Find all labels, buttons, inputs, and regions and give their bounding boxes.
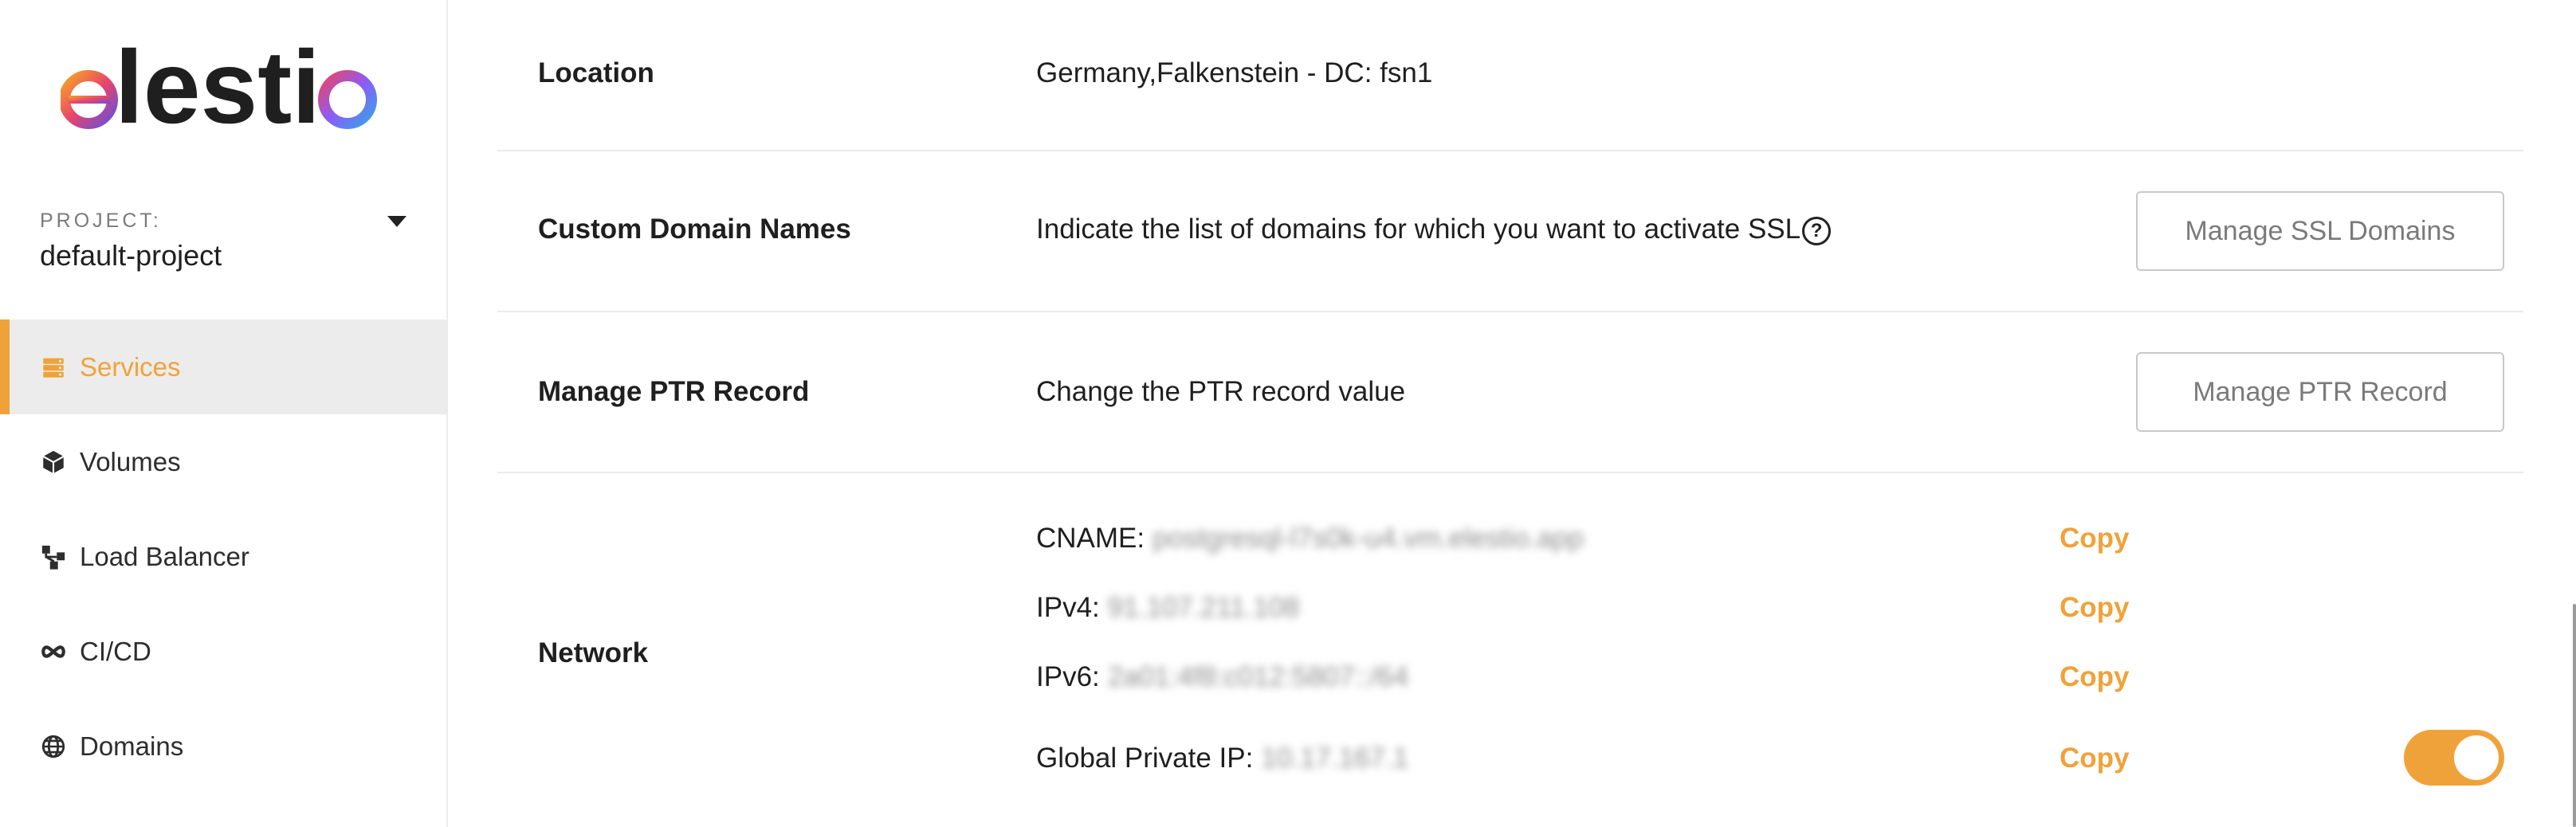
- custom-domains-text: Indicate the list of domains for which y…: [1036, 214, 1801, 245]
- global-private-ip-value: 10.17.167.1: [1261, 743, 1409, 774]
- globe-icon: [40, 733, 67, 760]
- sidebar-item-domains[interactable]: Domains: [0, 699, 446, 794]
- box-icon: [40, 449, 67, 476]
- elestio-logo[interactable]: lesti: [61, 32, 387, 135]
- sidebar-item-volumes[interactable]: Volumes: [0, 414, 446, 509]
- cname-key: CNAME:: [1036, 523, 1145, 554]
- manage-ssl-domains-button[interactable]: Manage SSL Domains: [2136, 191, 2504, 271]
- chevron-down-icon[interactable]: [387, 216, 406, 227]
- sidebar-item-label: Domains: [80, 731, 184, 761]
- sidebar-item-cicd[interactable]: CI/CD: [0, 604, 446, 699]
- toggle-knob: [2454, 735, 2499, 780]
- sidebar-item-services[interactable]: Services: [0, 319, 446, 414]
- copy-ipv6-button[interactable]: Copy: [2060, 661, 2130, 693]
- ptr-description: Change the PTR record value: [1036, 376, 1406, 407]
- svg-text:lesti: lesti: [115, 32, 320, 135]
- ptr-label: Manage PTR Record: [538, 376, 810, 407]
- network-icon: [40, 543, 67, 570]
- global-private-ip-line: Global Private IP: 10.17.167.1: [1036, 743, 1408, 774]
- ipv4-value: 91.107.211.108: [1107, 592, 1300, 623]
- sidebar-item-label: CI/CD: [80, 636, 151, 666]
- custom-domains-label: Custom Domain Names: [538, 214, 851, 245]
- location-label: Location: [538, 57, 654, 88]
- infinity-icon: [40, 638, 67, 665]
- project-label: PROJECT:: [40, 210, 162, 232]
- server-icon: [40, 354, 67, 381]
- scrollbar[interactable]: [2573, 604, 2576, 827]
- project-name[interactable]: default-project: [40, 239, 222, 272]
- ipv4-key: IPv4:: [1036, 592, 1100, 623]
- location-value: Germany,Falkenstein - DC: fsn1: [1036, 57, 1433, 88]
- sidebar: lesti PROJECT: default-project Services …: [0, 0, 448, 827]
- copy-ipv4-button[interactable]: Copy: [2060, 592, 2130, 624]
- global-private-ip-key: Global Private IP:: [1036, 743, 1254, 774]
- ipv6-value: 2a01:4f8:c012:5807::/64: [1107, 661, 1409, 692]
- sidebar-item-label: Volumes: [80, 446, 181, 476]
- cname-line: CNAME: postgresql-l7s0k-u4.vm.elestio.app: [1036, 523, 1584, 555]
- ipv6-line: IPv6: 2a01:4f8:c012:5807::/64: [1036, 661, 1408, 693]
- ipv4-line: IPv4: 91.107.211.108: [1036, 592, 1299, 624]
- copy-cname-button[interactable]: Copy: [2060, 523, 2130, 555]
- ipv6-key: IPv6:: [1036, 661, 1100, 692]
- sidebar-item-label: Services: [80, 351, 181, 382]
- help-icon[interactable]: ?: [1802, 216, 1832, 245]
- custom-domains-row: Custom Domain Names Indicate the list of…: [497, 151, 2523, 312]
- copy-global-private-ip-button[interactable]: Copy: [2060, 743, 2130, 774]
- global-private-ip-toggle[interactable]: [2404, 730, 2504, 786]
- custom-domains-description: Indicate the list of domains for which y…: [1036, 214, 1832, 245]
- manage-ptr-record-button[interactable]: Manage PTR Record: [2136, 352, 2504, 432]
- sidebar-item-label: Load Balancer: [80, 541, 249, 571]
- ptr-row: Manage PTR Record Change the PTR record …: [497, 312, 2523, 473]
- cname-value: postgresql-l7s0k-u4.vm.elestio.app: [1153, 523, 1584, 554]
- network-label: Network: [538, 637, 649, 668]
- location-row: Location Germany,Falkenstein - DC: fsn1: [497, 0, 2523, 151]
- sidebar-item-load-balancer[interactable]: Load Balancer: [0, 509, 446, 604]
